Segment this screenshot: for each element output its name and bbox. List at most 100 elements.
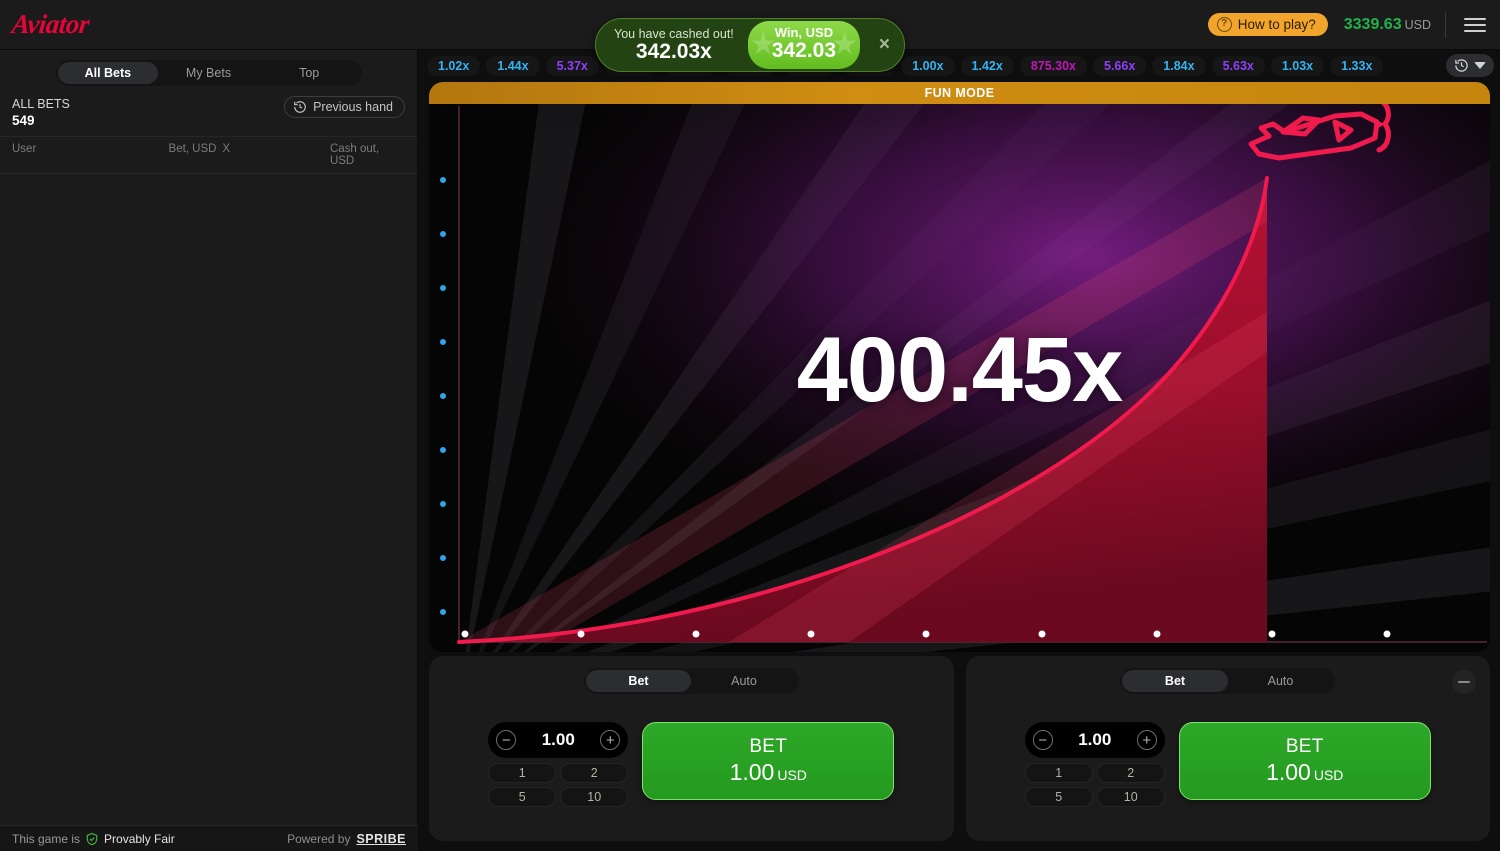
win-label: Win, USD <box>772 25 836 40</box>
cashout-multiplier: 342.03x <box>614 41 734 63</box>
hamburger-line <box>1464 30 1486 32</box>
vertical-divider <box>1445 12 1446 38</box>
column-bet: Bet, USD <box>169 143 223 167</box>
previous-hand-label: Previous hand <box>313 100 393 114</box>
bets-table-body[interactable] <box>0 174 417 834</box>
bet-panel-1: Bet Auto − 1.00 + 1 2 5 10 <box>429 656 954 841</box>
bet-mode-auto-2[interactable]: Auto <box>1228 670 1334 692</box>
quick-amount-button-2[interactable]: 2 <box>1097 763 1165 783</box>
tab-my-bets[interactable]: My Bets <box>158 62 259 84</box>
quick-amounts-2: 1 2 5 10 <box>1025 763 1165 807</box>
quick-amount-button-10[interactable]: 10 <box>560 787 628 807</box>
quick-amount-button-5[interactable]: 5 <box>488 787 556 807</box>
place-bet-button-2[interactable]: BET 1.00USD <box>1179 722 1431 800</box>
hamburger-menu-icon[interactable] <box>1460 14 1490 36</box>
shield-check-icon <box>85 832 99 846</box>
history-clock-icon <box>293 100 307 114</box>
bet-controls-2: − 1.00 + 1 2 5 10 BET 1.00USD <box>966 722 1491 807</box>
bet-amount-value-2[interactable]: 1.00 <box>1078 730 1111 750</box>
history-chip[interactable]: 1.03x <box>1271 56 1324 76</box>
minimize-panel-button-2[interactable] <box>1452 670 1476 694</box>
sidebar-footer: This game is Provably Fair Powered by SP… <box>0 825 418 851</box>
bet-amount-stepper-2: − 1.00 + <box>1025 722 1165 758</box>
balance-display: 3339.63USD <box>1344 16 1431 34</box>
cashout-toast-text: You have cashed out! 342.03x <box>596 27 748 63</box>
history-chip[interactable]: 1.00x <box>901 56 954 76</box>
quick-amount-button-1[interactable]: 1 <box>488 763 556 783</box>
balance-amount: 3339.63 <box>1344 16 1402 33</box>
bet-amount-group-1: − 1.00 + 1 2 5 10 <box>488 722 628 807</box>
powered-by-label: Powered by <box>287 832 350 846</box>
bet-mode-toggle-2: Bet Auto <box>1120 668 1335 694</box>
bet-button-amount-value-1: 1.00 <box>730 759 775 785</box>
multiplier-history-bar: 1.02x 1.44x 5.37x 1.15x 2.08x 1.09x 3.21… <box>419 50 1500 82</box>
decrement-button-2[interactable]: − <box>1033 730 1053 750</box>
win-amount: 342.03 <box>772 40 836 62</box>
bet-button-amount-2: 1.00USD <box>1266 759 1343 786</box>
history-chip[interactable]: 1.42x <box>961 56 1014 76</box>
hamburger-line <box>1464 18 1486 20</box>
all-bets-header: ALL BETS 549 Previous hand <box>0 86 417 136</box>
balance-currency: USD <box>1405 18 1431 32</box>
top-bar-right: ? How to play? 3339.63USD <box>1208 12 1500 38</box>
how-to-play-button[interactable]: ? How to play? <box>1208 13 1328 36</box>
history-chip[interactable]: 1.02x <box>427 56 480 76</box>
history-chip[interactable]: 5.37x <box>546 56 599 76</box>
bet-amount-stepper-1: − 1.00 + <box>488 722 628 758</box>
provably-fair[interactable]: Provably Fair <box>85 832 175 846</box>
current-multiplier: 400.45x <box>429 318 1490 423</box>
quick-amount-button-2[interactable]: 2 <box>560 763 628 783</box>
increment-button-1[interactable]: + <box>600 730 620 750</box>
bet-controls-1: − 1.00 + 1 2 5 10 BET 1.00USD <box>429 722 954 807</box>
quick-amounts-1: 1 2 5 10 <box>488 763 628 807</box>
previous-hand-button[interactable]: Previous hand <box>284 96 405 118</box>
bet-panels: Bet Auto − 1.00 + 1 2 5 10 <box>419 652 1500 841</box>
hamburger-line <box>1464 24 1486 26</box>
tab-top[interactable]: Top <box>259 62 360 84</box>
bet-mode-toggle-1: Bet Auto <box>584 668 799 694</box>
this-game-is-label: This game is <box>12 832 80 846</box>
cashout-win-badge: ★ ★ Win, USD 342.03 <box>748 21 860 68</box>
provably-fair-label: Provably Fair <box>104 832 175 846</box>
minus-icon <box>1458 681 1470 683</box>
cashout-title: You have cashed out! <box>614 27 734 41</box>
history-chip[interactable]: 5.66x <box>1093 56 1146 76</box>
tab-all-bets[interactable]: All Bets <box>58 62 159 84</box>
history-chip[interactable]: 1.84x <box>1152 56 1205 76</box>
column-cashout: Cash out, USD <box>330 143 405 167</box>
quick-amount-button-1[interactable]: 1 <box>1025 763 1093 783</box>
cashout-toast: You have cashed out! 342.03x ★ ★ Win, US… <box>595 18 905 72</box>
history-chip[interactable]: 5.63x <box>1212 56 1265 76</box>
game-area: 1.02x 1.44x 5.37x 1.15x 2.08x 1.09x 3.21… <box>419 50 1500 851</box>
x-axis-dot-row <box>429 620 1490 650</box>
bet-button-label-2: BET <box>1286 736 1324 758</box>
bets-sidebar: All Bets My Bets Top ALL BETS 549 Previo… <box>0 50 418 851</box>
quick-amount-button-5[interactable]: 5 <box>1025 787 1093 807</box>
bet-amount-value-1[interactable]: 1.00 <box>542 730 575 750</box>
history-clock-icon <box>1454 58 1469 73</box>
bet-button-currency-2: USD <box>1314 767 1344 783</box>
bet-mode-bet-2[interactable]: Bet <box>1122 670 1228 692</box>
quick-amount-button-10[interactable]: 10 <box>1097 787 1165 807</box>
history-chip[interactable]: 1.44x <box>486 56 539 76</box>
bet-button-currency-1: USD <box>777 767 807 783</box>
decrement-button-1[interactable]: − <box>496 730 516 750</box>
bet-button-label-1: BET <box>749 736 787 758</box>
all-bets-label: ALL BETS <box>12 96 70 113</box>
bets-tabs: All Bets My Bets Top <box>56 60 362 86</box>
history-chip[interactable]: 1.33x <box>1330 56 1383 76</box>
close-icon[interactable]: × <box>879 34 890 56</box>
increment-button-2[interactable]: + <box>1137 730 1157 750</box>
fun-mode-banner: FUN MODE <box>429 82 1490 104</box>
spribe-brand: SPRIBE <box>356 832 406 846</box>
bet-mode-auto-1[interactable]: Auto <box>691 670 797 692</box>
game-canvas: FUN MODE <box>429 82 1490 652</box>
place-bet-button-1[interactable]: BET 1.00USD <box>642 722 894 800</box>
bet-button-amount-1: 1.00USD <box>730 759 807 786</box>
bet-mode-bet-1[interactable]: Bet <box>586 670 692 692</box>
history-chip[interactable]: 875.30x <box>1020 56 1087 76</box>
column-user: User <box>12 143 169 167</box>
history-toggle-button[interactable] <box>1446 54 1494 77</box>
app-logo: Aviator <box>10 9 90 40</box>
bet-button-amount-value-2: 1.00 <box>1266 759 1311 785</box>
